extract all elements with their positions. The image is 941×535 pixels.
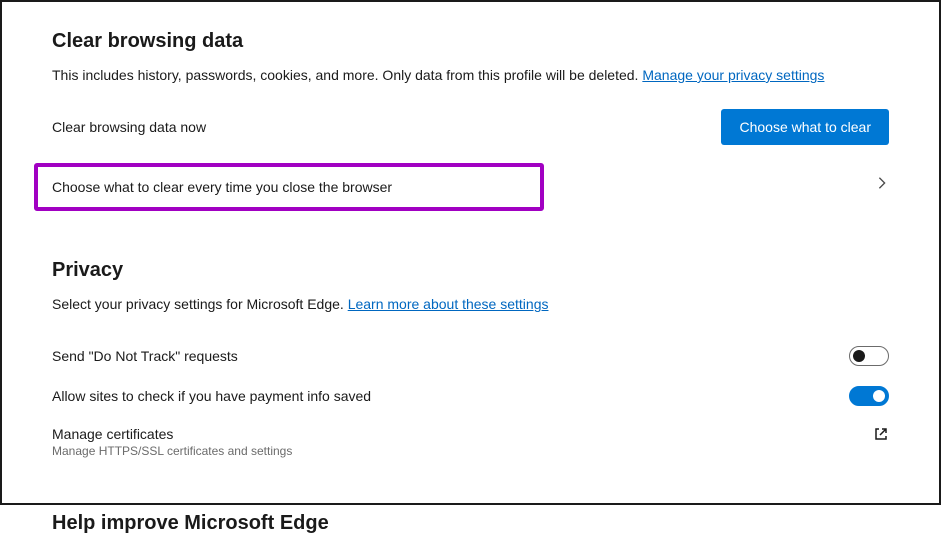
clear-now-row: Clear browsing data now Choose what to c… bbox=[52, 107, 889, 147]
clear-data-desc-text: This includes history, passwords, cookie… bbox=[52, 67, 642, 83]
manage-privacy-link[interactable]: Manage your privacy settings bbox=[642, 67, 824, 83]
help-title: Help improve Microsoft Edge bbox=[52, 512, 889, 535]
privacy-title: Privacy bbox=[52, 259, 889, 282]
payment-label: Allow sites to check if you have payment… bbox=[52, 388, 371, 404]
clear-on-close-highlight: Choose what to clear every time you clos… bbox=[34, 163, 544, 211]
external-link-icon bbox=[873, 426, 889, 442]
choose-what-to-clear-button[interactable]: Choose what to clear bbox=[721, 109, 889, 145]
clear-data-title: Clear browsing data bbox=[52, 30, 889, 53]
clear-on-close-row[interactable]: Choose what to clear every time you clos… bbox=[52, 155, 889, 211]
chevron-right-icon bbox=[875, 176, 889, 190]
certificates-text: Manage certificates Manage HTTPS/SSL cer… bbox=[52, 426, 292, 458]
privacy-desc: Select your privacy settings for Microso… bbox=[52, 296, 889, 312]
toggle-knob bbox=[873, 390, 885, 402]
dnt-toggle[interactable] bbox=[849, 346, 889, 366]
privacy-desc-text: Select your privacy settings for Microso… bbox=[52, 296, 348, 312]
clear-on-close-label: Choose what to clear every time you clos… bbox=[52, 179, 392, 195]
privacy-section: Privacy Select your privacy settings for… bbox=[52, 259, 889, 468]
certificates-sublabel: Manage HTTPS/SSL certificates and settin… bbox=[52, 444, 292, 458]
dnt-row: Send "Do Not Track" requests bbox=[52, 336, 889, 376]
clear-data-desc: This includes history, passwords, cookie… bbox=[52, 67, 889, 83]
dnt-label: Send "Do Not Track" requests bbox=[52, 348, 238, 364]
certificates-row[interactable]: Manage certificates Manage HTTPS/SSL cer… bbox=[52, 416, 889, 468]
clear-now-label: Clear browsing data now bbox=[52, 119, 206, 135]
certificates-label: Manage certificates bbox=[52, 426, 292, 442]
payment-toggle[interactable] bbox=[849, 386, 889, 406]
help-section: Help improve Microsoft Edge bbox=[52, 512, 889, 535]
toggle-knob bbox=[853, 350, 865, 362]
payment-row: Allow sites to check if you have payment… bbox=[52, 376, 889, 416]
learn-more-link[interactable]: Learn more about these settings bbox=[348, 296, 549, 312]
